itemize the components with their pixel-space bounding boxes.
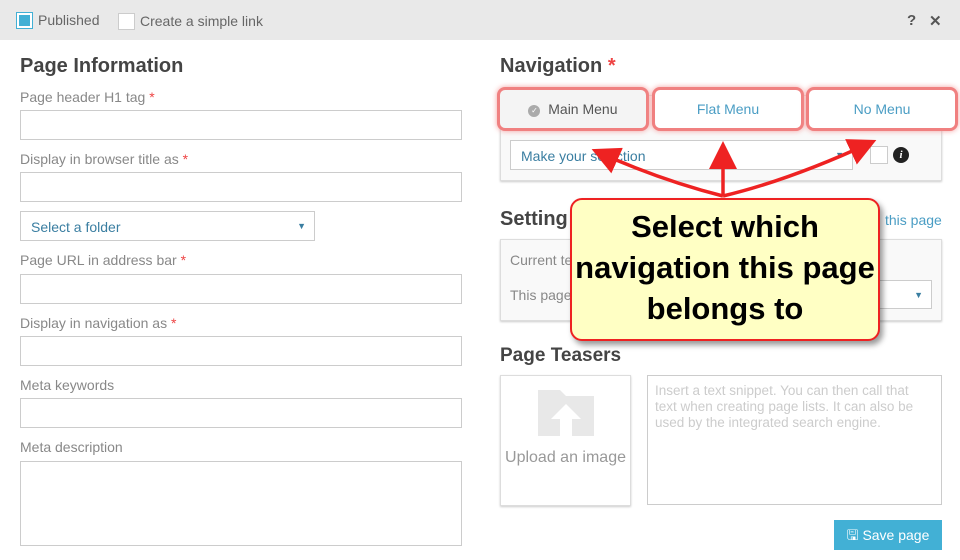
- annotation-callout: Select which navigation this page belong…: [570, 198, 880, 341]
- arrow-main-menu: [591, 147, 724, 198]
- arrow-no-menu: [722, 139, 877, 198]
